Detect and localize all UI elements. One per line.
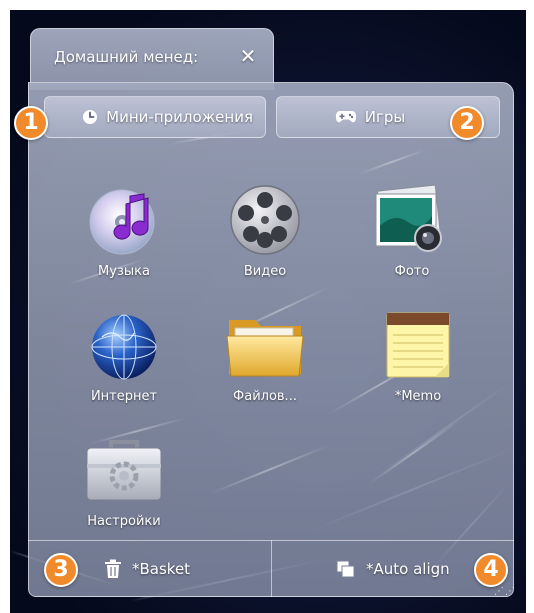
app-photo[interactable]: Фото (352, 178, 472, 279)
app-settings-label: Настройки (87, 514, 161, 529)
app-video-label: Видео (243, 264, 287, 279)
basket-button-label: *Basket (132, 560, 191, 578)
callout-badge-1: 1 (14, 106, 48, 140)
app-music-label: Музыка (98, 264, 150, 279)
clock-icon (83, 110, 98, 124)
widgets-button[interactable]: Мини-приложения (44, 96, 266, 138)
app-memo[interactable]: *Memo (358, 303, 478, 404)
app-memo-label: *Memo (394, 389, 442, 404)
settings-toolbox-icon (86, 440, 162, 501)
auto-align-button-label: *Auto align (366, 560, 450, 578)
trash-icon (105, 559, 121, 578)
app-internet[interactable]: Интернет (64, 303, 184, 404)
photo-camera-icon (375, 184, 442, 252)
bottom-toolbar-divider (271, 540, 272, 597)
app-file-manager-label: Файлов... (233, 389, 297, 404)
app-internet-label: Интернет (90, 389, 158, 404)
stacked-windows-icon (336, 560, 355, 578)
gamepad-icon (335, 111, 356, 123)
globe-icon (91, 314, 157, 380)
close-icon[interactable]: ✕ (236, 44, 260, 68)
app-file-manager[interactable]: Файлов... (205, 303, 325, 404)
folder-icon (226, 320, 304, 377)
notepad-icon (386, 312, 450, 378)
auto-align-button[interactable]: *Auto align (336, 552, 450, 586)
resize-grip-icon[interactable]: ⋰⋰ (494, 586, 516, 597)
window-title: Домашний менед: (54, 48, 199, 66)
basket-button[interactable]: *Basket (104, 552, 190, 586)
widgets-button-label: Мини-приложения (106, 108, 253, 126)
callout-badge-2: 2 (450, 106, 484, 140)
games-button-label: Игры (364, 108, 406, 126)
music-cd-icon (89, 189, 155, 255)
app-music[interactable]: Музыка (64, 178, 184, 279)
app-settings[interactable]: Настройки (64, 428, 184, 529)
app-video[interactable]: Видео (205, 178, 325, 279)
film-reel-icon (230, 185, 300, 255)
app-photo-label: Фото (394, 264, 430, 279)
